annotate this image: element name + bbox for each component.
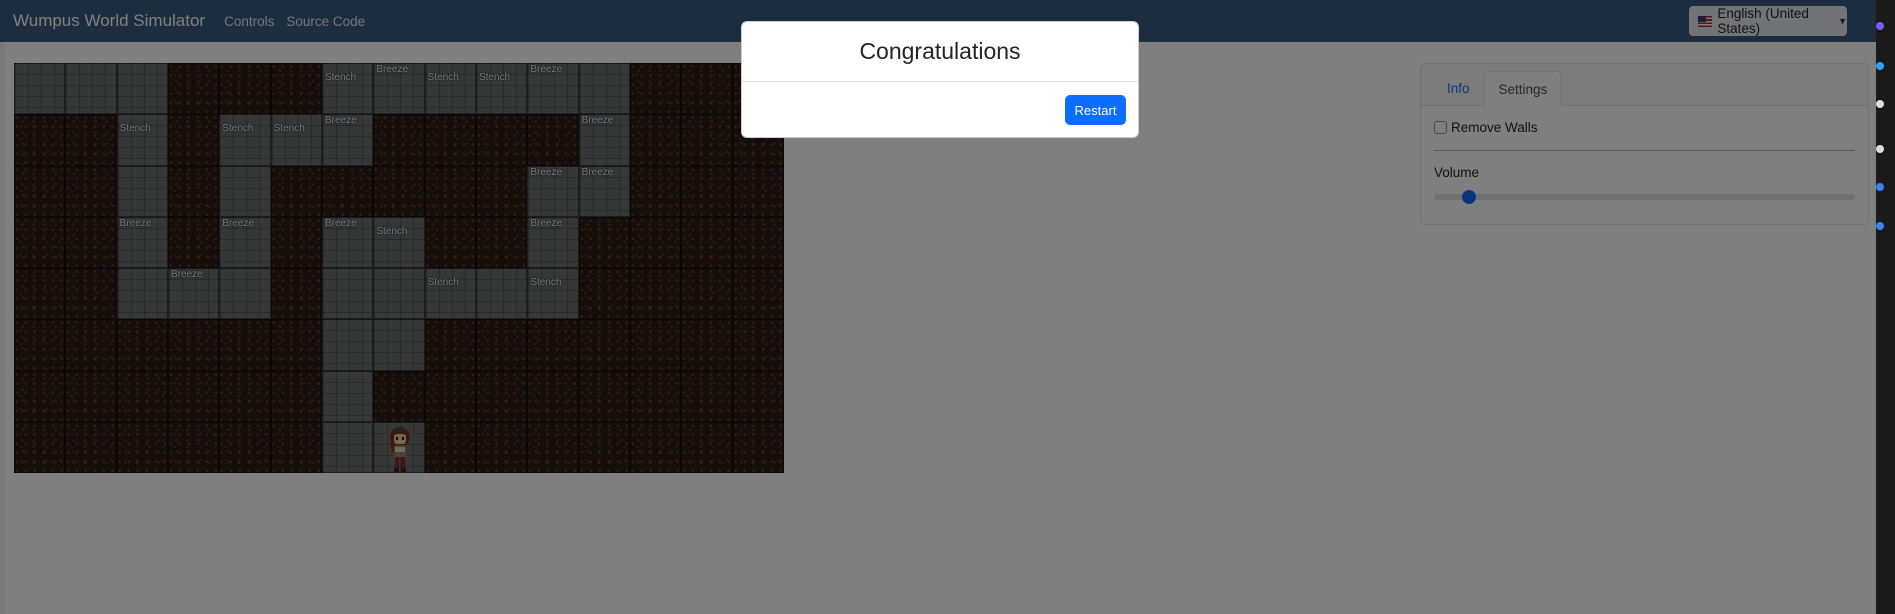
extension-icon[interactable]	[1876, 145, 1884, 153]
restart-button[interactable]: Restart	[1065, 95, 1126, 125]
extension-icon[interactable]	[1876, 22, 1884, 30]
browser-side-strip	[1876, 0, 1895, 614]
modal-header: Congratulations	[742, 22, 1138, 82]
modal-title: Congratulations	[859, 38, 1021, 64]
congratulations-modal: Congratulations Restart	[741, 21, 1139, 138]
extension-icon[interactable]	[1876, 183, 1884, 191]
extension-icon[interactable]	[1876, 222, 1884, 230]
extension-icon[interactable]	[1876, 62, 1884, 70]
extension-icon[interactable]	[1876, 100, 1884, 108]
